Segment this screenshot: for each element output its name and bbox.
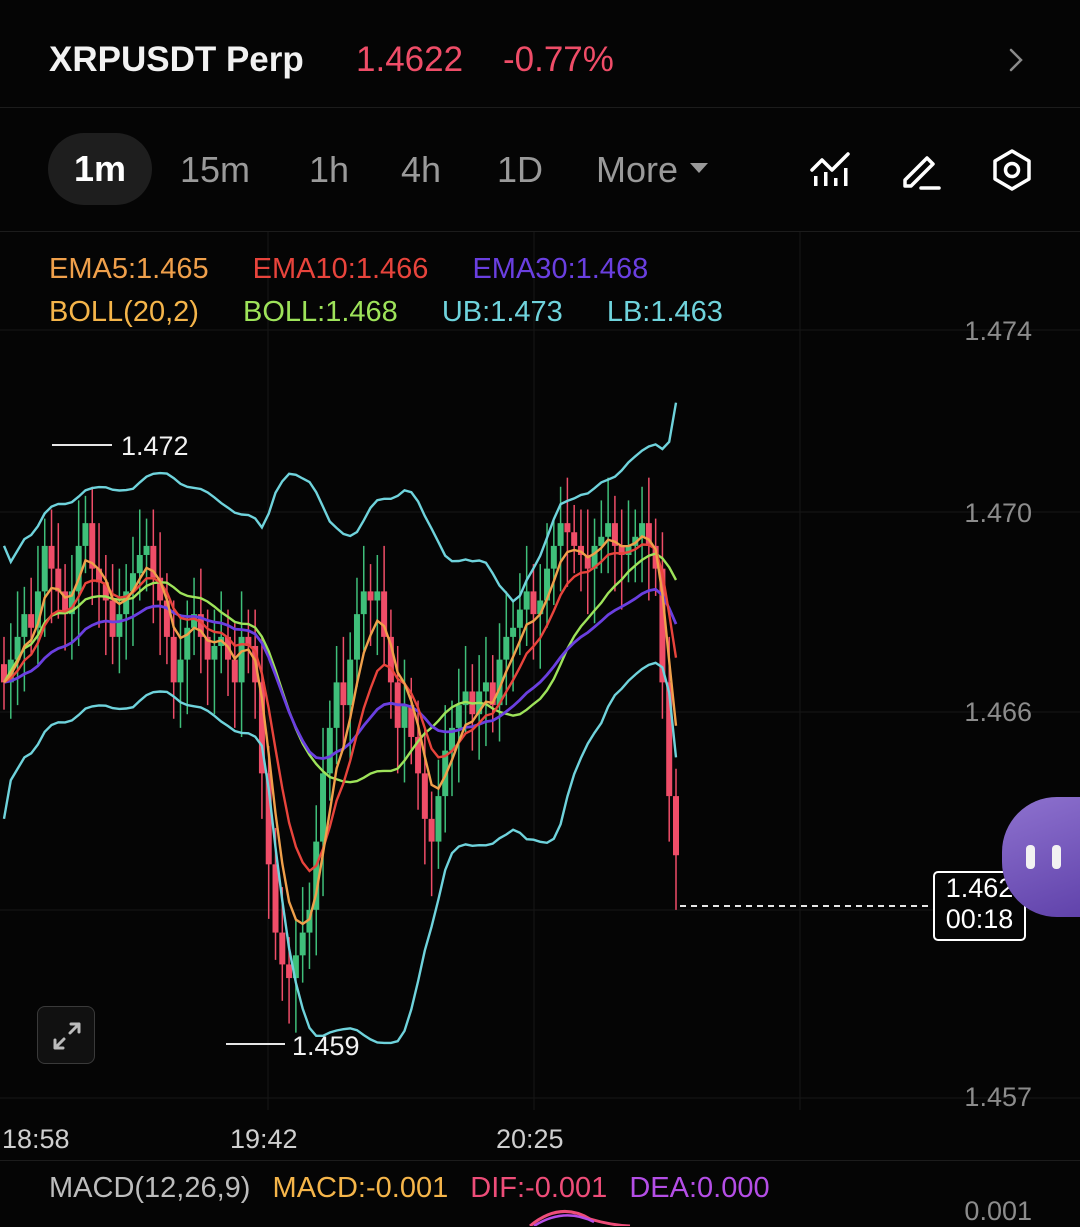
boll-upper-band bbox=[2, 402, 678, 603]
candle-body bbox=[564, 523, 571, 533]
x-axis-label: 18:58 bbox=[2, 1124, 70, 1154]
candle-body bbox=[516, 609, 523, 628]
y-axis-label: 1.457 bbox=[964, 1082, 1032, 1112]
candle-body bbox=[82, 523, 89, 546]
macd-legend[interactable]: MACD(12,26,9) MACD:-0.001 DIF:-0.001 DEA… bbox=[49, 1172, 784, 1205]
ema5-value: EMA5:1.465 bbox=[49, 253, 209, 285]
last-price: 1.4622 bbox=[356, 40, 464, 79]
high-price-label: 1.472 bbox=[121, 431, 189, 461]
timeframe-1m[interactable]: 1m bbox=[48, 133, 153, 205]
candle-body bbox=[374, 591, 381, 601]
candle-body bbox=[353, 614, 360, 660]
candle-body bbox=[48, 545, 55, 569]
candle-body bbox=[170, 636, 177, 683]
symbol-name[interactable]: XRPUSDT Perp bbox=[49, 40, 304, 80]
timeframe-1h[interactable]: 1h bbox=[309, 150, 349, 190]
ema30-line bbox=[3, 587, 678, 761]
candle-body bbox=[231, 659, 238, 683]
candle-body bbox=[136, 554, 143, 574]
candle-body bbox=[21, 614, 28, 637]
candle-body bbox=[367, 591, 374, 601]
dif-value: DIF:-0.001 bbox=[470, 1172, 608, 1204]
candle-countdown: 00:18 bbox=[945, 904, 1014, 934]
boll-lower-band bbox=[2, 661, 678, 1045]
candle-body bbox=[401, 705, 408, 728]
candle-body bbox=[639, 523, 646, 537]
y-axis-label: 1.466 bbox=[964, 697, 1032, 727]
dea-value: DEA:0.000 bbox=[629, 1172, 770, 1204]
chevron-right-icon[interactable] bbox=[1004, 45, 1028, 75]
y-axis-label: 1.474 bbox=[964, 316, 1032, 346]
candle-body bbox=[41, 545, 48, 592]
candle-body bbox=[523, 591, 530, 610]
more-timeframes-dropdown[interactable]: More bbox=[596, 149, 709, 190]
boll-lb-value: LB:1.463 bbox=[606, 296, 723, 328]
candle-body bbox=[340, 682, 347, 706]
ema10-value: EMA10:1.466 bbox=[252, 253, 429, 285]
candle-body bbox=[177, 659, 184, 683]
candle-body bbox=[360, 591, 367, 615]
fullscreen-button[interactable] bbox=[37, 1006, 95, 1064]
low-price-label: 1.459 bbox=[292, 1031, 360, 1061]
chart-toolbar: 1m 15m 1h 4h 1D More bbox=[0, 108, 1080, 232]
candle-body bbox=[455, 705, 462, 728]
candle-body bbox=[28, 614, 35, 628]
timeframe-15m[interactable]: 15m bbox=[180, 150, 250, 190]
timeframe-1d[interactable]: 1D bbox=[497, 150, 543, 190]
timeframe-4h[interactable]: 4h bbox=[401, 150, 441, 190]
bubble-eye-icon bbox=[1052, 845, 1061, 869]
candle-body bbox=[211, 645, 218, 660]
draw-pen-icon[interactable] bbox=[899, 148, 943, 192]
candle-body bbox=[109, 600, 116, 637]
price-change-percent: -0.77% bbox=[503, 40, 614, 79]
macd-value: MACD:-0.001 bbox=[272, 1172, 449, 1204]
candle-body bbox=[286, 964, 293, 979]
macd-line bbox=[529, 1209, 631, 1226]
macd-y-label: 0.001 bbox=[964, 1196, 1032, 1226]
candle-body bbox=[550, 545, 557, 569]
indicators-icon[interactable] bbox=[808, 148, 852, 192]
expand-arrows-icon bbox=[53, 1022, 81, 1050]
bubble-eye-icon bbox=[1026, 845, 1035, 869]
candle-body bbox=[428, 818, 435, 842]
ema30-value: EMA30:1.468 bbox=[472, 253, 649, 285]
candle-body bbox=[333, 682, 340, 728]
candle-body bbox=[272, 864, 279, 933]
x-axis-label: 20:25 bbox=[496, 1124, 564, 1154]
candle-body bbox=[557, 523, 564, 546]
caret-down-icon bbox=[690, 163, 709, 174]
boll-ub-value: UB:1.473 bbox=[441, 296, 563, 328]
candle-body bbox=[421, 773, 428, 819]
candle-body bbox=[482, 682, 489, 692]
candle-body bbox=[530, 591, 537, 615]
candle-body bbox=[510, 627, 517, 637]
boll-params: BOLL(20,2) bbox=[49, 296, 199, 328]
candle-body bbox=[673, 796, 679, 856]
candle-body bbox=[435, 796, 442, 842]
indicator-legend[interactable]: EMA5:1.465 EMA10:1.466 EMA30:1.468 BOLL(… bbox=[49, 248, 759, 334]
candle-body bbox=[571, 532, 578, 546]
candle-body bbox=[320, 773, 327, 842]
boll-mid-value: BOLL:1.468 bbox=[242, 296, 398, 328]
price-chart[interactable] bbox=[0, 232, 1080, 1110]
candle-body bbox=[299, 932, 306, 956]
candle-body bbox=[503, 636, 510, 660]
candle-body bbox=[143, 545, 150, 555]
candle-body bbox=[605, 523, 612, 537]
macd-params: MACD(12,26,9) bbox=[49, 1172, 251, 1204]
x-axis-label: 19:42 bbox=[230, 1124, 298, 1154]
candle-body bbox=[279, 932, 286, 965]
ticker-header[interactable]: XRPUSDT Perp 1.4622 -0.77% bbox=[0, 0, 1080, 108]
settings-hex-icon[interactable] bbox=[990, 148, 1034, 192]
candle-body bbox=[326, 727, 333, 774]
candle-body bbox=[347, 659, 354, 706]
more-label: More bbox=[596, 149, 679, 190]
candle-body bbox=[116, 614, 123, 637]
y-axis-label: 1.470 bbox=[964, 498, 1032, 528]
candlestick-chart-svg[interactable] bbox=[0, 232, 1080, 1110]
panel-divider bbox=[0, 1160, 1080, 1161]
